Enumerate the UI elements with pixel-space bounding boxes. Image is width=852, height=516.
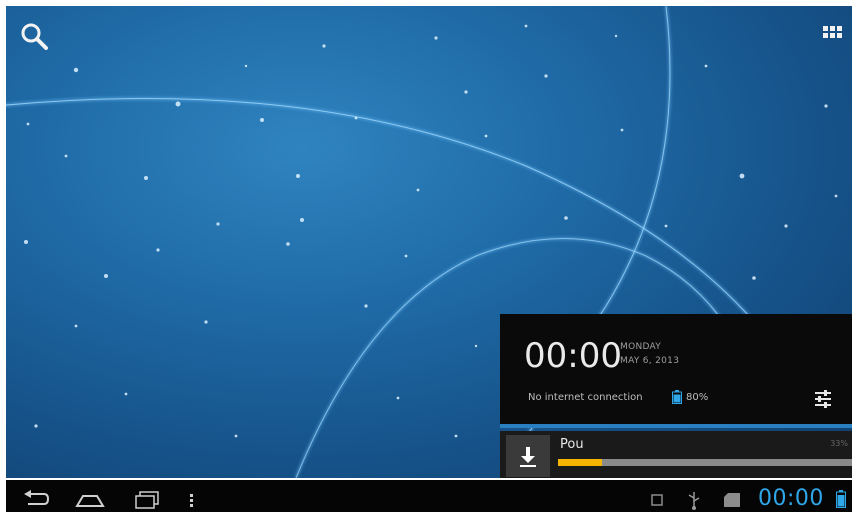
all-apps-icon[interactable]	[818, 18, 848, 48]
download-progress-bar	[558, 459, 852, 466]
notification-day: MONDAY	[620, 342, 662, 352]
menu-icon[interactable]	[186, 488, 198, 512]
recent-apps-icon[interactable]	[132, 488, 164, 512]
system-bar: 00:00	[6, 480, 852, 512]
notification-clock: 00:00	[524, 336, 622, 376]
notification-title: Pou	[560, 437, 584, 452]
notification-panel: 00:00 MONDAY MAY 6, 2013 No internet con…	[500, 314, 852, 478]
home-icon[interactable]	[74, 488, 106, 512]
back-icon[interactable]	[20, 488, 52, 512]
connection-status: No internet connection	[528, 392, 643, 403]
home-wallpaper: 00:00 MONDAY MAY 6, 2013 No internet con…	[6, 6, 852, 478]
download-progress-fill	[558, 459, 603, 466]
download-icon	[506, 435, 550, 477]
notification-date: MAY 6, 2013	[620, 356, 680, 366]
screenshot-icon	[650, 492, 664, 511]
usb-icon	[686, 490, 702, 512]
download-notification[interactable]: Pou 33%	[500, 431, 852, 478]
search-icon[interactable]	[18, 20, 52, 54]
battery-level: 80%	[686, 392, 709, 403]
notification-divider	[500, 424, 852, 428]
download-percent: 33%	[830, 439, 848, 448]
battery-icon	[836, 490, 846, 512]
notification-header: 00:00 MONDAY MAY 6, 2013 No internet con…	[500, 314, 852, 424]
status-clock[interactable]: 00:00	[758, 486, 824, 511]
tablet-screen: 00:00 MONDAY MAY 6, 2013 No internet con…	[6, 6, 852, 512]
sd-card-icon	[722, 492, 742, 511]
